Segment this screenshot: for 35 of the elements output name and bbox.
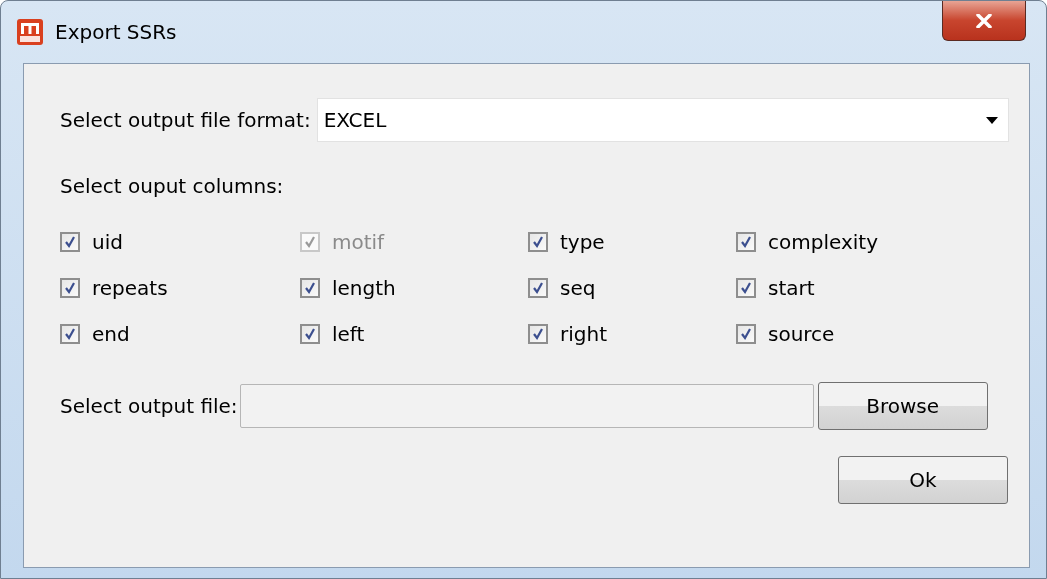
output-file-field[interactable] — [239, 384, 814, 428]
check-icon — [739, 281, 753, 295]
column-checkbox[interactable]: source — [736, 320, 976, 348]
column-checkbox[interactable]: uid — [60, 228, 300, 256]
check-icon — [303, 281, 317, 295]
check-icon — [303, 327, 317, 341]
check-icon — [531, 235, 545, 249]
column-checkbox[interactable]: left — [300, 320, 528, 348]
app-icon — [17, 19, 43, 45]
window-title: Export SSRs — [55, 20, 177, 44]
column-checkbox[interactable]: right — [528, 320, 736, 348]
close-button[interactable] — [942, 1, 1026, 41]
check-icon — [63, 281, 77, 295]
check-icon — [531, 327, 545, 341]
ok-button[interactable]: Ok — [838, 456, 1008, 504]
column-checkbox[interactable]: seq — [528, 274, 736, 302]
check-icon — [739, 235, 753, 249]
close-icon — [976, 13, 992, 28]
column-checkbox[interactable]: complexity — [736, 228, 976, 256]
format-label: Select output file format: — [60, 108, 311, 132]
check-icon — [63, 235, 77, 249]
check-icon — [739, 327, 753, 341]
check-icon — [63, 327, 77, 341]
columns-label: Select ouput columns: — [60, 174, 285, 198]
check-icon — [303, 235, 317, 249]
column-checkbox[interactable]: repeats — [60, 274, 300, 302]
browse-button[interactable]: Browse — [817, 382, 988, 430]
column-checkbox[interactable]: length — [300, 274, 528, 302]
format-dropdown[interactable]: EXCEL — [316, 98, 1009, 142]
column-checkbox[interactable]: start — [736, 274, 976, 302]
caret-icon — [986, 116, 998, 124]
output-file-label: Select output file: — [60, 394, 238, 418]
check-icon — [531, 281, 545, 295]
column-checkbox[interactable]: end — [60, 320, 300, 348]
column-checkbox[interactable]: type — [528, 228, 736, 256]
